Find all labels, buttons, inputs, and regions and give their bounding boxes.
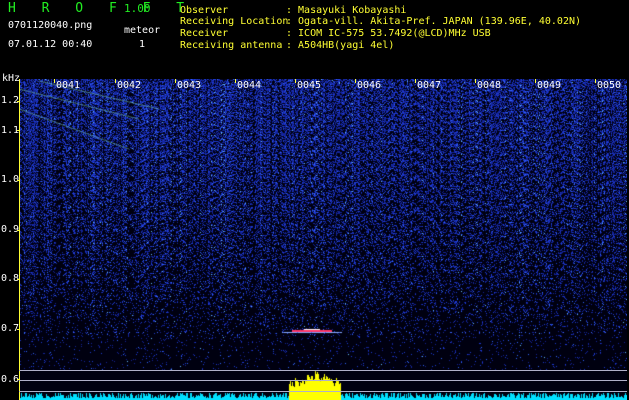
x-tick-label: 0041 <box>56 80 81 91</box>
reference-line <box>19 380 627 381</box>
app-title: H R O F F T <box>8 1 194 16</box>
capture-datetime: 07.01.12 00:40 <box>8 39 93 50</box>
x-tick-mark <box>54 79 55 83</box>
observer-label: Observer <box>180 5 229 16</box>
observer-value: : Masayuki Kobayashi <box>286 5 407 16</box>
y-tick-mark <box>17 101 20 102</box>
receiver-label: Receiver <box>180 28 229 39</box>
spectrogram <box>19 79 627 400</box>
y-axis-unit: kHz <box>2 73 21 84</box>
app-version: 1.00 <box>124 2 151 15</box>
x-tick-label: 0043 <box>177 80 202 91</box>
x-tick-label: 0048 <box>477 80 502 91</box>
y-tick-mark <box>17 279 20 280</box>
antenna-label: Receiving antenna <box>180 40 283 51</box>
reference-line <box>19 370 627 371</box>
location-label: Receiving Location <box>180 16 289 27</box>
x-tick-mark <box>355 79 356 83</box>
x-tick-label: 0042 <box>117 80 142 91</box>
x-tick-label: 0046 <box>357 80 382 91</box>
reference-line <box>19 391 627 392</box>
antenna-value: : A504HB(yagi 4el) <box>286 40 395 51</box>
receiver-value: : ICOM IC-575 53.7492(@LCD)MHz USB <box>286 28 491 39</box>
x-tick-label: 0047 <box>417 80 442 91</box>
x-tick-label: 0044 <box>237 80 262 91</box>
x-tick-mark <box>115 79 116 83</box>
y-tick-mark <box>17 180 20 181</box>
x-tick-label: 0050 <box>597 80 622 91</box>
x-tick-mark <box>535 79 536 83</box>
y-tick-mark <box>17 130 20 131</box>
x-tick-mark <box>235 79 236 83</box>
x-tick-label: 0049 <box>537 80 562 91</box>
x-tick-mark <box>295 79 296 83</box>
x-tick-mark <box>415 79 416 83</box>
y-axis-line <box>19 79 20 400</box>
location-value: : Ogata-vill. Akita-Pref. JAPAN (139.96E… <box>286 16 582 27</box>
y-tick-mark <box>17 230 20 231</box>
image-filename: 0701120040.png <box>8 20 93 31</box>
meteor-label: meteor <box>124 25 161 36</box>
x-tick-mark <box>175 79 176 83</box>
x-tick-mark <box>595 79 596 83</box>
meteor-count: 1 <box>139 39 146 50</box>
y-tick-label: 1.1 <box>1 125 20 136</box>
spectrogram-canvas <box>19 79 627 400</box>
y-tick-mark <box>17 329 20 330</box>
x-tick-label: 0045 <box>297 80 322 91</box>
x-tick-mark <box>475 79 476 83</box>
y-tick-label: 0.6 <box>1 374 20 385</box>
hrofft-screen: H R O F F T 1.00 0701120040.png meteor 0… <box>0 0 629 400</box>
